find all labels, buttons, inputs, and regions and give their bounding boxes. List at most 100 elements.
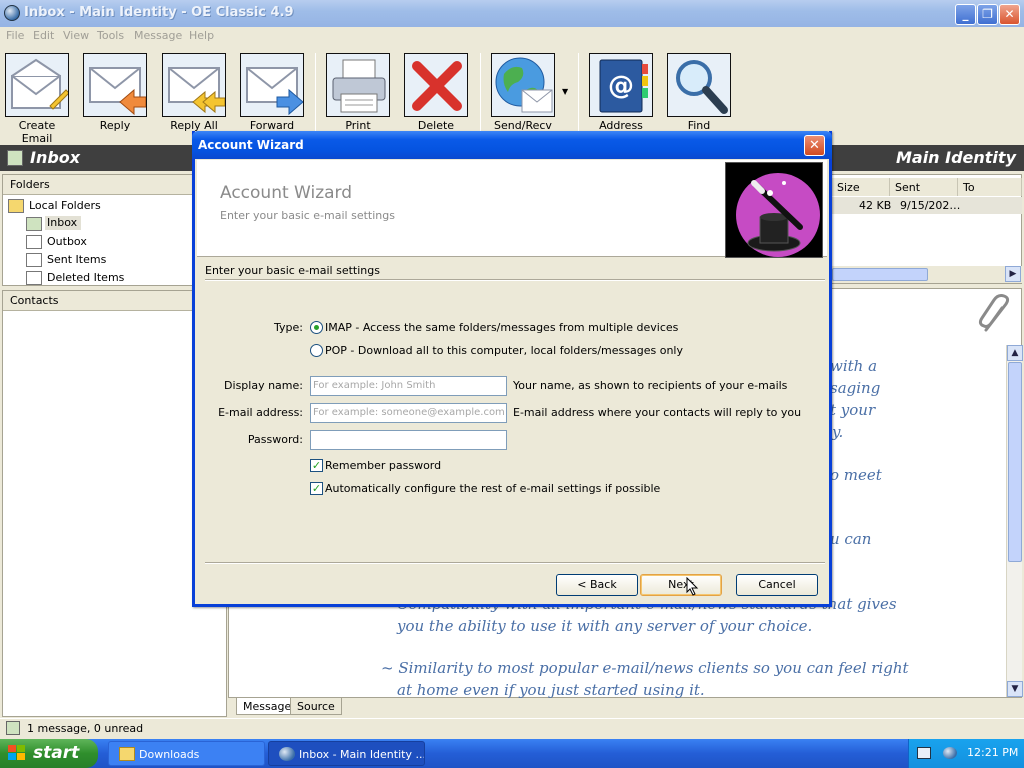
mouse-cursor-icon xyxy=(686,576,700,600)
toolbar-separator xyxy=(578,53,579,131)
send-recv-button[interactable]: Send/Recv xyxy=(490,53,556,132)
delete-button[interactable]: Delete xyxy=(403,53,469,132)
wizard-hat-icon xyxy=(725,162,823,258)
keyboard-icon[interactable] xyxy=(917,747,931,759)
minimize-button[interactable]: _ xyxy=(955,4,976,25)
delete-x-icon xyxy=(404,53,468,117)
window-title: Inbox - Main Identity - OE Classic 4.9 xyxy=(24,5,294,20)
scroll-up-icon[interactable]: ▲ xyxy=(1007,345,1023,361)
forward-button[interactable]: Forward xyxy=(239,53,305,132)
type-label: Type: xyxy=(274,321,303,334)
scroll-right-icon[interactable]: ▶ xyxy=(1005,266,1021,282)
email-field[interactable]: For example: someone@example.com xyxy=(310,403,507,423)
status-icon xyxy=(6,721,20,735)
pop-radio-button[interactable] xyxy=(310,344,323,357)
sent-items-icon xyxy=(26,253,42,267)
auto-configure-label: Automatically configure the rest of e-ma… xyxy=(325,482,661,495)
toolbar-separator xyxy=(315,53,316,131)
menu-message[interactable]: Message xyxy=(134,29,182,42)
remember-password-label: Remember password xyxy=(325,459,442,472)
taskbar-inbox[interactable]: Inbox - Main Identity ... xyxy=(268,741,425,766)
preview-fragment: u can xyxy=(830,530,872,548)
column-size[interactable]: Size xyxy=(832,178,890,196)
display-name-label: Display name: xyxy=(224,379,303,392)
imap-radio-button[interactable] xyxy=(310,321,323,334)
wizard-banner: Account Wizard Enter your basic e-mail s… xyxy=(197,160,827,258)
wizard-subheading: Enter your basic e-mail settings xyxy=(220,209,395,222)
scroll-thumb[interactable] xyxy=(1008,362,1022,562)
oe-tray-icon[interactable] xyxy=(943,747,957,759)
password-label: Password: xyxy=(247,433,303,446)
paperclip-icon[interactable] xyxy=(976,292,1016,336)
divider xyxy=(205,279,825,281)
create-email-button[interactable]: Create Email xyxy=(4,53,70,145)
status-bar: 1 message, 0 unread xyxy=(0,718,1024,738)
preview-line: ~ Similarity to most popular e-mail/news… xyxy=(381,659,909,677)
menu-help[interactable]: Help xyxy=(189,29,214,42)
magnifier-icon xyxy=(667,53,731,117)
scroll-thumb[interactable] xyxy=(832,268,928,281)
table-row[interactable]: 42 KB 9/15/202… xyxy=(832,197,1022,214)
preview-vertical-scrollbar[interactable]: ▲ ▼ xyxy=(1006,345,1023,697)
taskbar: start Downloads Inbox - Main Identity ..… xyxy=(0,739,1024,768)
column-to[interactable]: To xyxy=(958,178,1022,196)
find-button[interactable]: Find xyxy=(666,53,732,132)
row-size: 42 KB xyxy=(859,199,892,212)
account-wizard-dialog: Account Wizard ✕ Account Wizard Enter yo… xyxy=(192,131,832,607)
folder-title: Inbox xyxy=(30,148,81,167)
column-sent[interactable]: Sent xyxy=(890,178,958,196)
oe-classic-icon xyxy=(279,747,295,761)
cancel-button[interactable]: Cancel xyxy=(736,574,818,596)
dialog-title: Account Wizard xyxy=(198,138,304,152)
folder-icon xyxy=(119,747,135,761)
auto-configure-checkbox[interactable]: ✓ xyxy=(310,482,323,495)
preview-fragment: y. xyxy=(832,423,844,441)
scroll-down-icon[interactable]: ▼ xyxy=(1007,681,1023,697)
send-recv-dropdown-icon[interactable]: ▼ xyxy=(562,87,568,96)
inbox-icon xyxy=(7,150,23,166)
tab-message[interactable]: Message xyxy=(236,698,299,715)
horizontal-scrollbar[interactable]: ▶ xyxy=(832,266,1022,283)
create-email-label: Create Email xyxy=(18,119,56,145)
dialog-close-button[interactable]: ✕ xyxy=(804,135,825,156)
menu-bar: File Edit View Tools Message Help xyxy=(0,27,1024,45)
menu-edit[interactable]: Edit xyxy=(33,29,54,42)
toolbar-separator xyxy=(480,53,481,131)
close-button[interactable]: ✕ xyxy=(999,4,1020,25)
remember-password-checkbox[interactable]: ✓ xyxy=(310,459,323,472)
back-button[interactable]: < Back xyxy=(556,574,638,596)
next-button[interactable]: Next xyxy=(640,574,722,596)
start-button[interactable]: start xyxy=(0,739,98,768)
preview-line: at home even if you just started using i… xyxy=(397,681,705,699)
taskbar-inbox-label: Inbox - Main Identity ... xyxy=(299,748,425,761)
display-name-hint: Your name, as shown to recipients of you… xyxy=(513,379,788,392)
email-label: E-mail address: xyxy=(218,406,303,419)
status-text: 1 message, 0 unread xyxy=(27,722,144,735)
inbox-folder-icon xyxy=(26,217,42,231)
windows-logo-icon xyxy=(8,745,26,761)
taskbar-downloads[interactable]: Downloads xyxy=(108,741,265,766)
menu-view[interactable]: View xyxy=(63,29,89,42)
preview-fragment: with a xyxy=(830,357,878,375)
row-sent: 9/15/202… xyxy=(900,199,961,212)
reply-all-button[interactable]: Reply All xyxy=(161,53,227,132)
dialog-titlebar[interactable]: Account Wizard ✕ xyxy=(192,131,832,159)
password-field[interactable] xyxy=(310,430,507,450)
local-folders-icon xyxy=(8,199,24,213)
menu-tools[interactable]: Tools xyxy=(97,29,124,42)
menu-file[interactable]: File xyxy=(6,29,24,42)
printer-icon xyxy=(326,53,390,117)
tab-source[interactable]: Source xyxy=(290,698,342,715)
main-window-titlebar[interactable]: Inbox - Main Identity - OE Classic 4.9 _… xyxy=(0,0,1024,27)
maximize-button[interactable]: ❐ xyxy=(977,4,998,25)
svg-text:@: @ xyxy=(608,71,634,101)
deleted-items-icon xyxy=(26,271,42,285)
oe-classic-icon xyxy=(4,5,20,21)
reply-label: Reply xyxy=(99,119,131,132)
reply-button[interactable]: Reply xyxy=(82,53,148,132)
identity-name: Main Identity xyxy=(895,148,1016,167)
print-button[interactable]: Print xyxy=(325,53,391,132)
create-email-icon xyxy=(5,53,69,117)
display-name-field[interactable]: For example: John Smith xyxy=(310,376,507,396)
main-toolbar: Create Email Reply Reply All Forward Pri… xyxy=(0,45,1024,145)
